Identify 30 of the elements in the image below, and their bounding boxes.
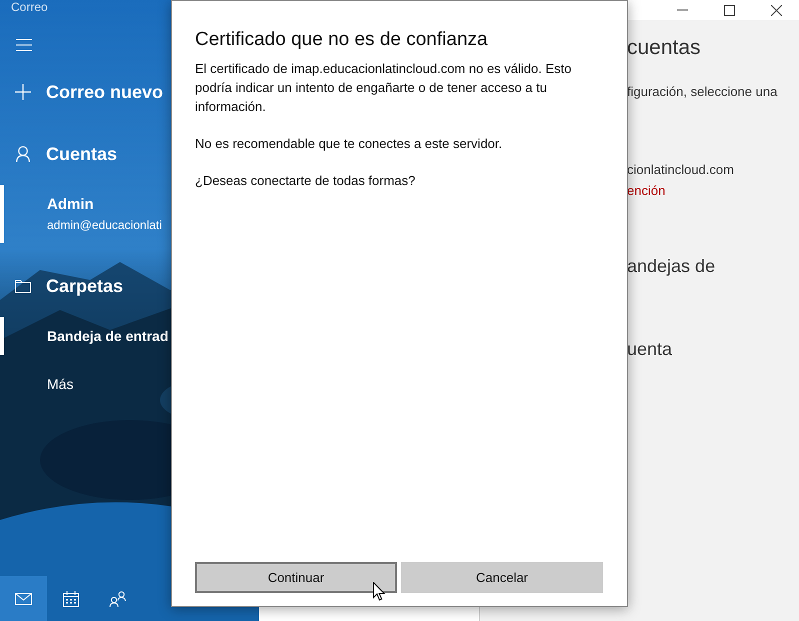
maximize-icon[interactable] [724,4,735,16]
minimize-icon[interactable] [677,9,688,11]
cancel-button[interactable]: Cancelar [401,562,603,593]
person-icon [16,146,30,162]
folder-icon [15,280,31,292]
mail-icon [15,592,32,604]
account-name: Admin [47,194,95,215]
app-title: Correo [11,0,48,14]
warning-text: ención [627,182,666,200]
continue-button[interactable]: Continuar [195,562,397,593]
section-heading: andejas de [627,254,716,278]
section-header: Cuentas [46,142,118,166]
mail-tab[interactable] [0,576,47,621]
section-heading: uenta [627,338,674,360]
calendar-icon [62,590,78,606]
dialog-text: ¿Deseas conectarte de todas formas? [195,172,416,190]
close-icon[interactable] [771,4,782,16]
account-email: admin@educacionlati [47,217,163,234]
people-icon [108,590,126,606]
page-title: cuentas [627,35,702,61]
instruction-text: figuración, seleccione una [627,83,778,101]
plus-icon [15,84,31,100]
dialog-text: El certificado de imap.educacionlatincloud.com no es válido. Esto podría indicar un intento de engañarte o de tener acceso a tu información. [195,60,572,116]
cursor-icon [373,582,386,601]
section-header: Carpetas [46,274,124,298]
new-mail-link[interactable]: Correo nuevo [46,78,164,106]
menu-icon[interactable] [16,39,32,51]
dialog-text: No es recomendable que te conectes a este servidor. [195,135,504,153]
account-address: cionlatincloud.com [627,160,735,178]
dialog-title: Certificado que no es de confianza [195,28,489,52]
